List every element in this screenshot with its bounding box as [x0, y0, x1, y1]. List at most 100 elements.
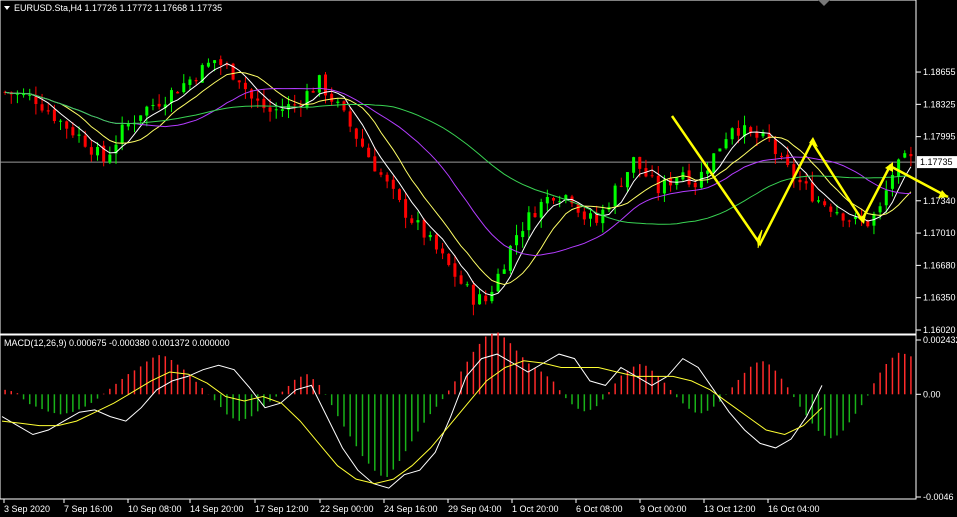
candle-body — [841, 213, 845, 221]
candle-body — [268, 107, 272, 112]
candle-body — [632, 157, 636, 173]
candle-body — [213, 60, 217, 64]
candle-body — [182, 83, 186, 93]
candle-body — [453, 263, 457, 277]
candle-body — [416, 220, 420, 223]
candle-body — [256, 98, 260, 101]
candles — [3, 55, 913, 316]
candle-body — [40, 104, 44, 111]
candle-body — [576, 204, 580, 213]
candle-body — [515, 235, 519, 246]
candle-body — [693, 182, 697, 188]
candle-body — [490, 291, 494, 302]
candle-body — [459, 275, 463, 284]
macd-indicator: 0.002432 0.00 -0.0046 — [1, 332, 957, 502]
candle-body — [638, 156, 642, 169]
candle-body — [52, 109, 56, 122]
candle-body — [484, 295, 488, 302]
candle-body — [89, 147, 93, 155]
candle-body — [829, 206, 833, 212]
candle-body — [478, 294, 482, 305]
candle-body — [736, 128, 740, 136]
candle-body — [348, 111, 352, 127]
candle-body — [280, 109, 284, 111]
shift-marker-icon[interactable] — [818, 0, 830, 6]
time-tick-label: 10 Sep 08:00 — [128, 504, 182, 514]
candle-body — [83, 135, 87, 147]
candle-body — [157, 103, 161, 107]
time-tick-label: 16 Oct 04:00 — [768, 504, 820, 514]
candle-body — [441, 248, 445, 254]
ma-white-line — [5, 63, 912, 296]
ma-yellow-line — [5, 71, 912, 286]
price-tick-label: 1.18655 — [923, 67, 956, 77]
candle-body — [311, 90, 315, 93]
time-tick-label: 24 Sep 16:00 — [384, 504, 438, 514]
candle-body — [126, 123, 130, 127]
candle-body — [545, 196, 549, 204]
candle-body — [656, 175, 660, 194]
candle-body — [176, 91, 180, 94]
candle-body — [59, 120, 63, 122]
candle-body — [662, 179, 666, 194]
candle-body — [373, 156, 377, 172]
candle-body — [120, 124, 124, 144]
pattern-projection — [670, 115, 949, 249]
time-tick-label: 6 Oct 08:00 — [576, 504, 623, 514]
candle-body — [847, 220, 851, 222]
candle-body — [65, 121, 69, 129]
candle-body — [305, 91, 309, 108]
candle-body — [145, 106, 149, 116]
candle-body — [77, 134, 81, 136]
candle-body — [465, 284, 469, 286]
candle-body — [521, 231, 525, 238]
current-price-label: 1.17735 — [920, 157, 953, 167]
candle-body — [823, 201, 827, 206]
price-tick-label: 1.16350 — [923, 293, 956, 303]
candle-body — [385, 174, 389, 182]
candle-body — [786, 154, 790, 165]
macd-tick-label: 0.00 — [923, 389, 941, 399]
time-tick-label: 7 Sep 16:00 — [64, 504, 113, 514]
candle-body — [354, 128, 358, 139]
time-tick-label: 1 Oct 20:00 — [512, 504, 559, 514]
candle-body — [28, 94, 32, 96]
candle-body — [502, 269, 506, 274]
candle-body — [397, 189, 401, 200]
candle-body — [675, 177, 679, 185]
pattern-zigzag-line — [670, 115, 949, 247]
price-chart[interactable]: 1.198951.186551.183251.179951.173401.170… — [0, 0, 957, 517]
candle-body — [96, 146, 100, 156]
candle-body — [367, 147, 371, 158]
price-axis-ticks: 1.198951.186551.183251.179951.173401.170… — [0, 67, 957, 335]
candle-body — [317, 75, 321, 93]
candle-body — [903, 153, 907, 158]
candle-body — [422, 219, 426, 238]
candle-body — [410, 218, 414, 223]
candle-body — [582, 211, 586, 220]
time-tick-label: 29 Sep 04:00 — [448, 504, 502, 514]
candle-body — [539, 201, 543, 218]
candle-body — [71, 127, 75, 136]
candle-body — [835, 212, 839, 214]
time-tick-label: 14 Sep 20:00 — [190, 504, 244, 514]
candle-body — [188, 79, 192, 85]
candle-body — [379, 172, 383, 175]
candle-body — [139, 115, 143, 121]
candle-body — [613, 185, 617, 207]
candle-body — [552, 197, 556, 201]
time-tick-label: 22 Sep 00:00 — [320, 504, 374, 514]
candle-body — [219, 59, 223, 65]
candle-body — [471, 284, 475, 305]
price-tick-label: 1.16680 — [923, 260, 956, 270]
candle-body — [206, 62, 210, 67]
collapse-triangle-icon[interactable] — [4, 6, 10, 10]
trading-chart-window[interactable]: 1.198951.186551.183251.179951.173401.170… — [0, 0, 957, 517]
time-tick-label: 3 Sep 2020 — [4, 504, 50, 514]
candle-body — [730, 128, 734, 140]
candle-body — [780, 156, 784, 158]
candle-body — [755, 131, 759, 138]
candle-body — [262, 98, 266, 109]
candle-body — [816, 200, 820, 202]
candle-body — [853, 216, 857, 219]
